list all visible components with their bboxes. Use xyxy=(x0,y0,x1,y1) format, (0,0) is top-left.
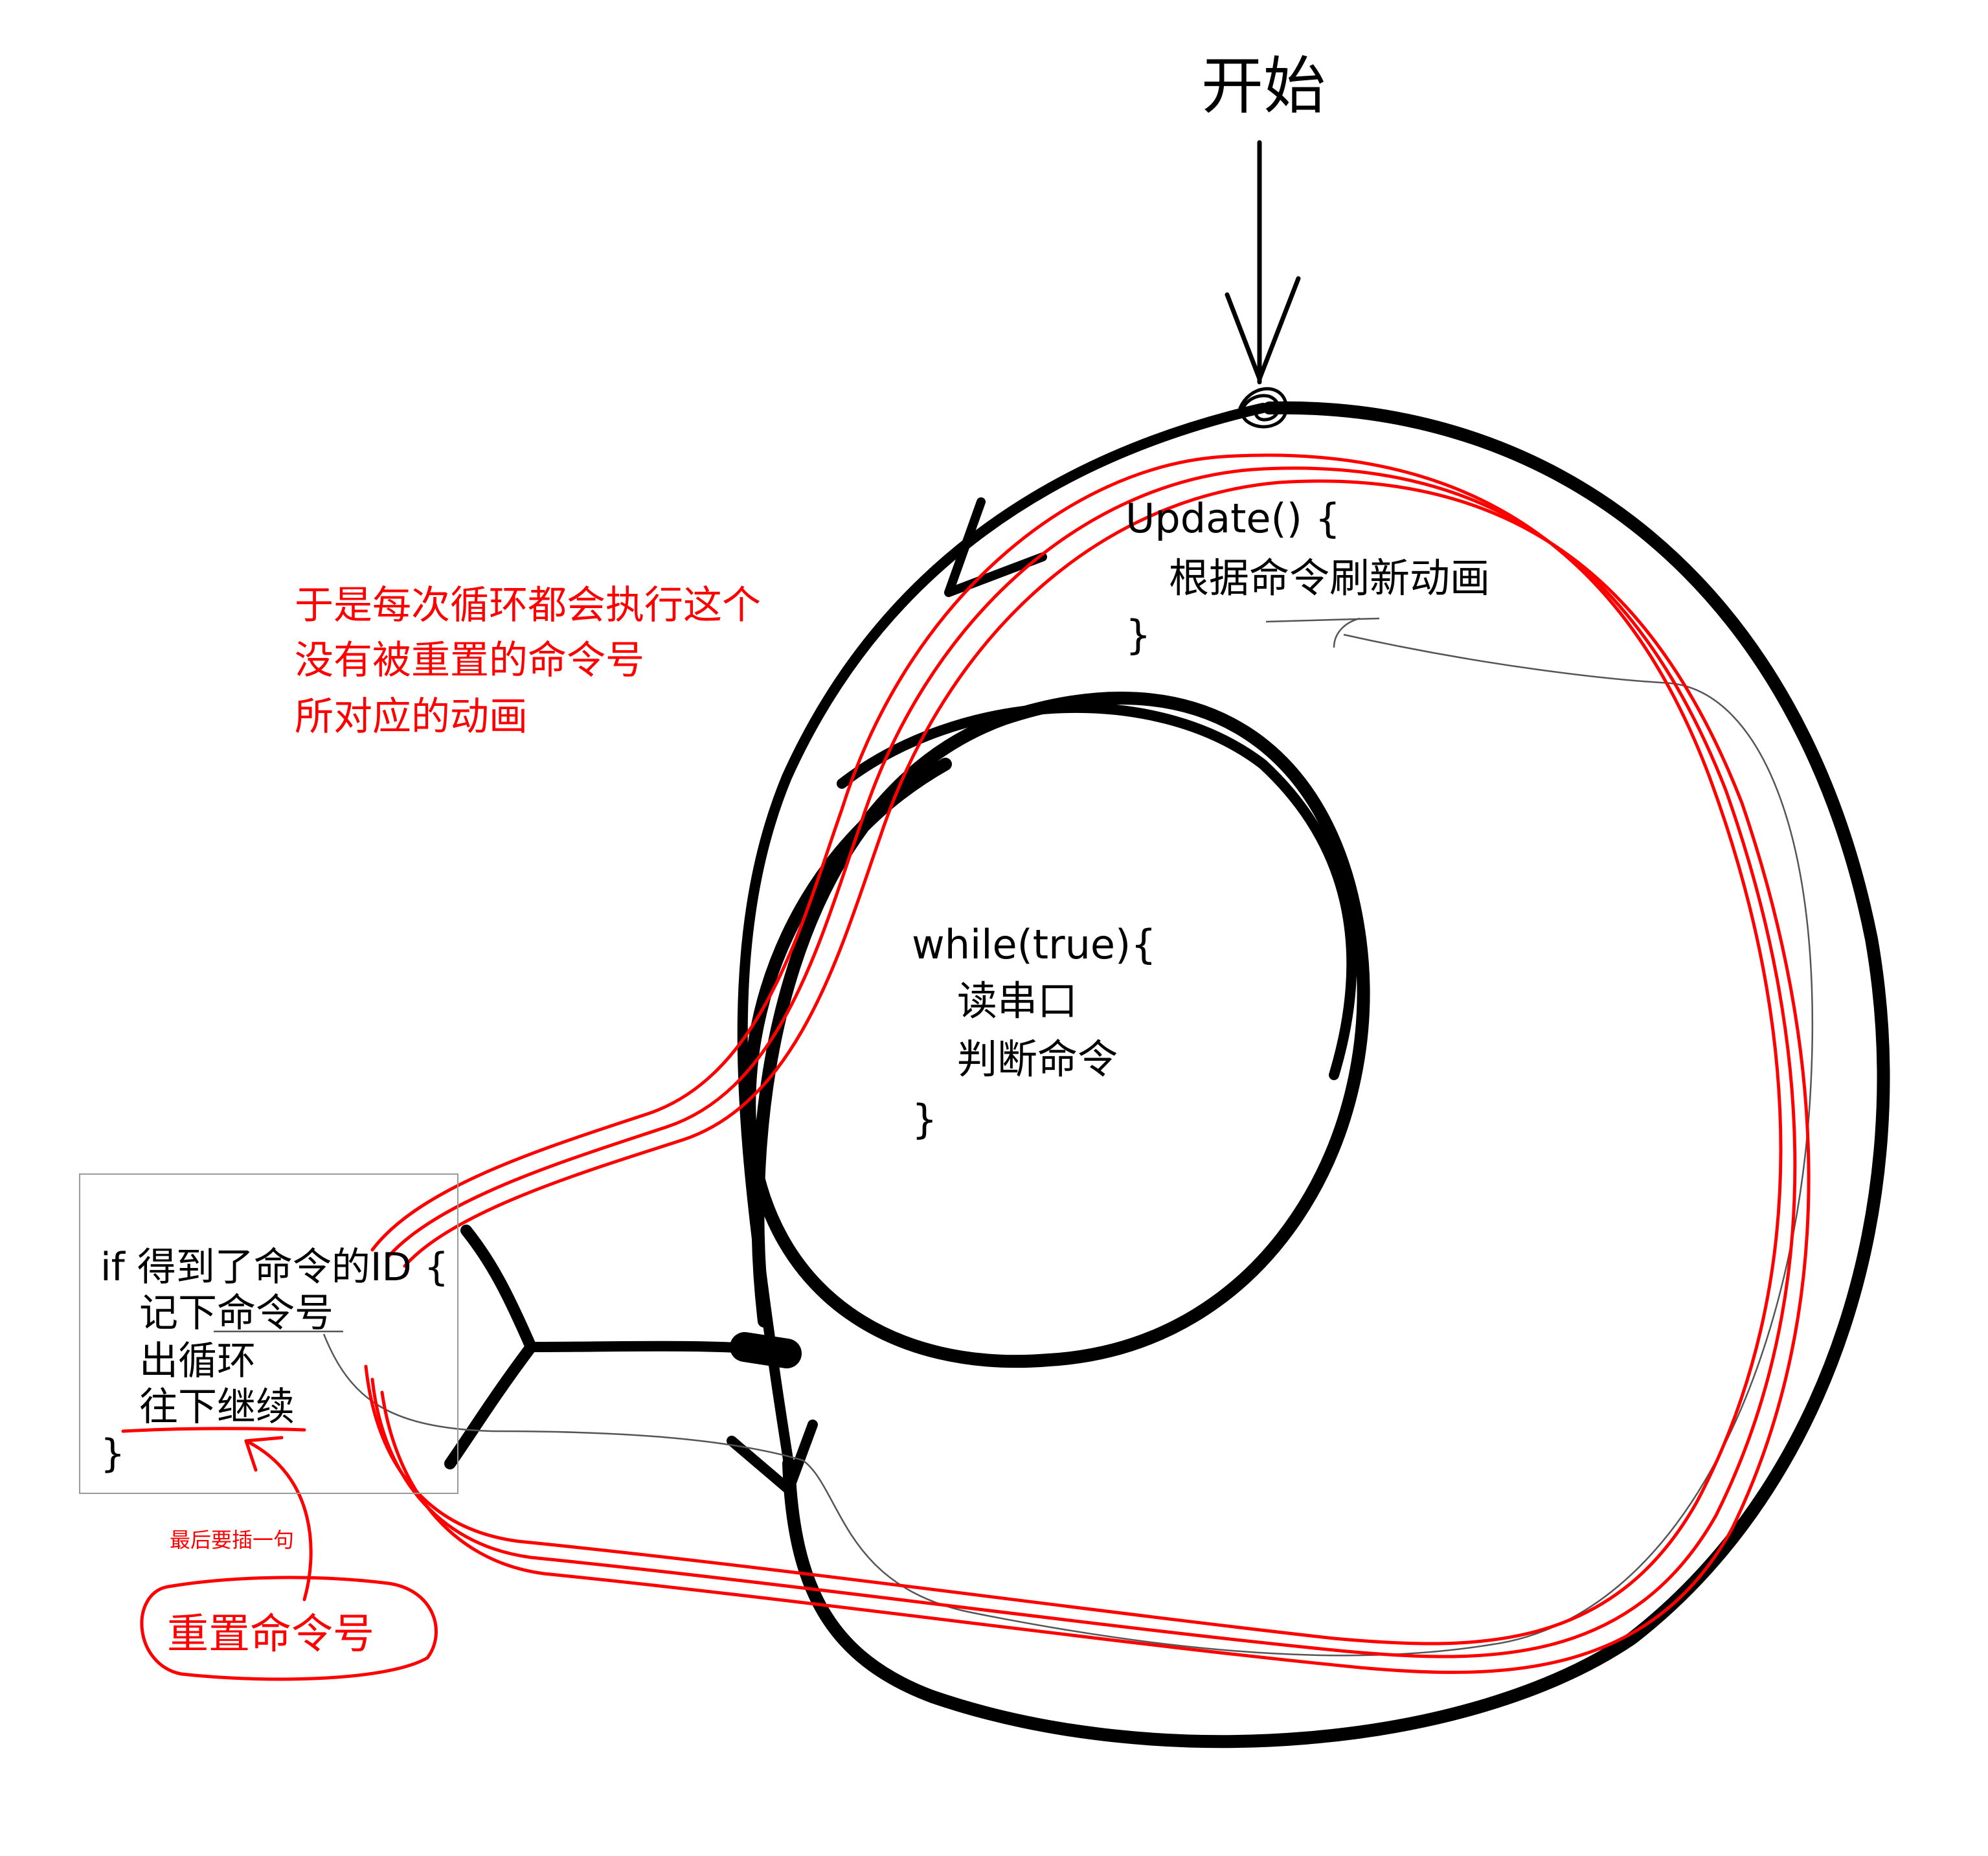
if-line-2: 记下命令号 xyxy=(139,1291,333,1336)
red-note-line-1: 于是每次循环都会执行这个 xyxy=(295,583,761,628)
exit-arrow-head xyxy=(727,1420,818,1495)
black-ink-strokes xyxy=(444,140,1890,1748)
if-line-4: 往下继续 xyxy=(139,1385,295,1430)
branch-upper-arm xyxy=(460,1225,537,1353)
while-line-3: 判断命令 xyxy=(957,1036,1118,1083)
reset-command-label: 重置命令号 xyxy=(167,1611,374,1658)
red-note-line-3: 所对应的动画 xyxy=(295,694,528,740)
thin-return-line xyxy=(322,617,1814,1657)
while-line-4: } xyxy=(912,1096,938,1143)
update-underline xyxy=(1265,617,1380,623)
start-arrow-head xyxy=(1225,276,1301,381)
thin-pencil-strokes xyxy=(214,617,1814,1657)
inner-while-loop-stroke xyxy=(743,692,1370,1368)
branch-lower-arm xyxy=(444,1341,537,1469)
update-line-1: Update() { xyxy=(1125,495,1341,542)
while-line-1: while(true){ xyxy=(912,921,1157,968)
update-line-3: } xyxy=(1125,611,1151,659)
insert-note: 最后要插一句 xyxy=(170,1528,295,1552)
update-line-2: 根据命令刷新动画 xyxy=(1169,554,1491,602)
red-note-line-2: 没有被重置的命令号 xyxy=(295,638,644,683)
outer-loop-arrow-chevron xyxy=(944,497,1047,597)
while-line-2: 读串口 xyxy=(957,977,1078,1024)
branch-stem xyxy=(526,1341,776,1355)
if-line-1: if 得到了命令的ID { xyxy=(100,1245,449,1290)
if-line-3: 出循环 xyxy=(139,1339,256,1384)
if-line-5: } xyxy=(100,1431,126,1477)
start-label: 开始 xyxy=(1201,50,1326,122)
